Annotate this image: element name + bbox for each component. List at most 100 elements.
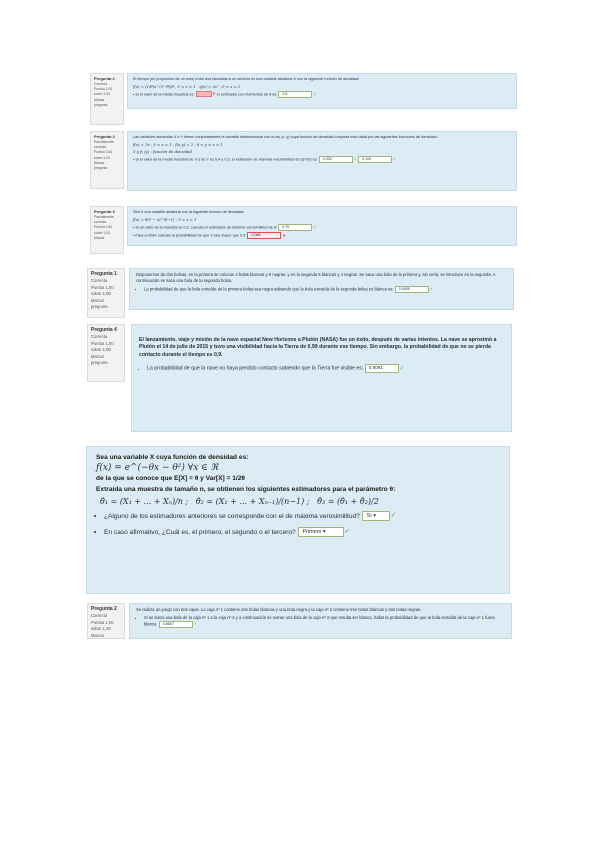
answer-row: • Si el valor de la media muestral es: ✗… (133, 90, 317, 98)
question-block-5: Pregunta 4 Correcta Puntúa 1,00 sobre 1,… (87, 324, 512, 432)
flag-question-link[interactable]: Marcar (94, 236, 105, 240)
check-icon: ✓ (313, 92, 317, 97)
question-content: Sea X una variable aleatoria con la sigu… (127, 206, 517, 246)
check-icon: ✓ (390, 512, 397, 520)
status-label: Parcialmente correcta (94, 140, 114, 150)
answer-list: ¿Alguno de los estimadores anteriores se… (96, 510, 500, 537)
formula: f(x) = θ(1 − x)^(θ−1) ; 0 < x < 1 (133, 216, 197, 222)
formula-2: Y y f₂ (y) : función de densidad (133, 148, 192, 154)
intro-text-bold: Sea una variable X cuya función de densi… (96, 454, 249, 461)
chevron-down-icon: ▾ (373, 512, 376, 519)
flag-question-link[interactable]: Marcar (94, 161, 105, 165)
flag-question-link[interactable]: Marcar (91, 298, 104, 303)
sample-text-bold: Extraída una muestra de tamaño n, se obt… (96, 485, 396, 493)
question-block-1: Pregunta 2 Correcta Puntúa 1,00 sobre 1,… (90, 73, 517, 125)
question-info: Pregunta 3 Parcialmente correcta Puntúa … (90, 131, 124, 189)
score-max-label: sobre 1,00 (91, 291, 111, 297)
flag-question-link-2[interactable]: pregunta (91, 360, 108, 365)
item-label-a: ¿Alguno de los estimadores anteriores se… (104, 512, 360, 520)
question-number: Pregunta 1 (91, 271, 117, 277)
chevron-down-icon: ▾ (322, 528, 326, 535)
check-icon-2: ✓ (344, 528, 351, 536)
check-icon: ✓ (353, 157, 357, 162)
item-label: La probabilidad de que la bola extraída … (144, 286, 394, 292)
answer-input-b[interactable]: 0,068 (247, 232, 282, 240)
intro-text: Sea una variable X cuya función de densi… (96, 453, 500, 462)
score-label: Puntúa 1,00 (94, 87, 113, 92)
question-text: Se realiza un juego con dos cajas. La ca… (136, 607, 422, 612)
check-icon: ✓ (399, 365, 405, 372)
item-label: Si un valor de la muestra es 0,2, calcul… (135, 225, 277, 230)
answer-input-1[interactable]: 0,333 (318, 155, 353, 163)
answer-row-a: ¿Alguno de los estimadores anteriores se… (104, 510, 500, 521)
answer-input[interactable]: 0,5 (278, 90, 313, 98)
score-label: Puntúa 1,00 (91, 340, 114, 346)
answer-row: La probabilidad de que la bola extraída … (144, 285, 507, 293)
question-content: Las variables aleatorias X e Y tienen co… (127, 131, 517, 191)
answer-input[interactable]: 0,9091 (364, 364, 399, 373)
item-label-b: En caso afirmativo, ¿Cuál es, el primero… (104, 528, 296, 536)
item-label: Si el valor de la media muestral de X y … (135, 157, 318, 162)
given-text-bold: de la que se conoce que E[X] = θ y Var[X… (96, 475, 245, 482)
answer-a-value: Sí (366, 512, 372, 519)
question-block-6: Sea una variable X cuya función de densi… (86, 446, 510, 594)
wrong-answer-input[interactable] (195, 91, 212, 98)
flag-question-link[interactable]: Marcar (91, 354, 104, 359)
answer-row: La probabilidad de que la nave no haya p… (147, 364, 504, 373)
estimator-1: θ̂₁ = (X₁ + ... + Xₙ)/n (100, 496, 183, 506)
question-info: Pregunta 1 Correcta Puntúa 1,00 sobre 1,… (87, 268, 125, 318)
question-text: El tiempo (en proporción de un mes) entr… (133, 77, 360, 81)
score-max-label: sobre 1,00 (94, 230, 111, 235)
status-label-2: correcta (94, 220, 107, 225)
question-block-3: Pregunta 3 Parcialmente correcta Puntúa … (90, 206, 517, 254)
answer-input[interactable]: 0,5455 (394, 285, 429, 293)
question-text: Sea X una variable aleatoria con la sigu… (133, 210, 245, 214)
score-label: Puntúa 1,00 (91, 284, 114, 290)
formula: f(x) = (1/θ)x^(1−θ)/θ , 0 < x < 1 q(x) =… (133, 84, 511, 89)
score-label: Puntúa 0,50 (94, 225, 113, 230)
answer-select-a[interactable]: Sí ▾ (361, 510, 390, 521)
answer-row-a: • Si un valor de la muestra es 0,2, calc… (133, 223, 317, 231)
question-info: Pregunta 4 Correcta Puntúa 1,00 sobre 1,… (87, 324, 125, 382)
flag-question-link[interactable]: Marcar (91, 633, 104, 638)
answer-select-b[interactable]: Primero ▾ (297, 526, 344, 537)
answer-row-b: • Para el EMV calcular la probabilidad d… (133, 232, 286, 240)
question-block-2: Pregunta 3 Parcialmente correcta Puntúa … (90, 131, 517, 191)
estimators: θ̂₁ = (X₁ + ... + Xₙ)/n ; θ̂₂ = (X₁ + ..… (100, 496, 379, 506)
question-info: Pregunta 2 Correcta Puntúa 1,00 sobre 1,… (90, 73, 124, 125)
question-block-4: Pregunta 1 Correcta Puntúa 1,00 sobre 1,… (87, 268, 514, 320)
item-label: Si el valor de la media muestral es: (135, 92, 195, 97)
sample-text: Extraída una muestra de tamaño n, se obt… (96, 485, 500, 494)
density-formula: f(x) = e^(−θx − θ²) ∀x ∈ ℜ (96, 462, 218, 473)
flag-question-link-2[interactable]: pregunta (94, 103, 107, 107)
score-max-label: sobre 1,00 (91, 347, 111, 353)
status-label: Parcialmente (94, 215, 114, 219)
status-label: Correcta (91, 613, 108, 618)
question-content: Se realiza un juego con dos cajas. La ca… (129, 603, 512, 639)
question-text: Las variables aleatorias X e Y tienen co… (133, 135, 438, 139)
formula-1: f(x) = 2x ; 0 < x < 1 ; f(x,y) = 2 ; 0 <… (133, 141, 223, 147)
answer-row-b: En caso afirmativo, ¿Cuál es, el primero… (104, 526, 500, 537)
score-max-label: sobre 1,00 (94, 155, 111, 160)
answer-input-2[interactable]: 0,100 (358, 155, 393, 163)
flag-question-link-2[interactable]: pregunta (94, 166, 107, 170)
answer-list: La probabilidad de que la bola extraída … (136, 285, 507, 293)
answer-input[interactable]: 0,6667 (158, 620, 193, 628)
question-block-7: Pregunta 2 Correcta Puntúa 1,00 sobre 1,… (87, 603, 512, 639)
answer-list: Si se lanza una bola de la caja nº 1 a l… (136, 615, 505, 628)
formula-1: f(x) = (1/θ)x^(1−θ)/θ , 0 < x < 1 (133, 83, 196, 89)
status-label: Correcta (91, 334, 108, 339)
question-number: Pregunta 2 (91, 606, 117, 612)
flag-question-link-2[interactable]: pregunta (91, 304, 108, 309)
status-label: Correcta (91, 278, 108, 283)
answer-input-a[interactable]: 0,75 (278, 223, 313, 231)
question-content: Disponemos de dos bolsas, en la primera … (129, 268, 514, 310)
item-label-b: Para el EMV calcular la probabilidad de … (135, 233, 247, 238)
question-number: Pregunta 4 (91, 327, 117, 333)
question-content: El lanzamiento, viaje y misión de la nav… (131, 324, 512, 432)
question-info: Pregunta 3 Parcialmente correcta Puntúa … (90, 206, 124, 254)
question-content: Sea una variable X cuya función de densi… (86, 446, 510, 594)
flag-question-link[interactable]: Marcar (94, 98, 105, 102)
item-label-b: el estimador por momentos de θ es: (216, 92, 278, 97)
score-label: Puntúa 1,00 (91, 619, 114, 625)
